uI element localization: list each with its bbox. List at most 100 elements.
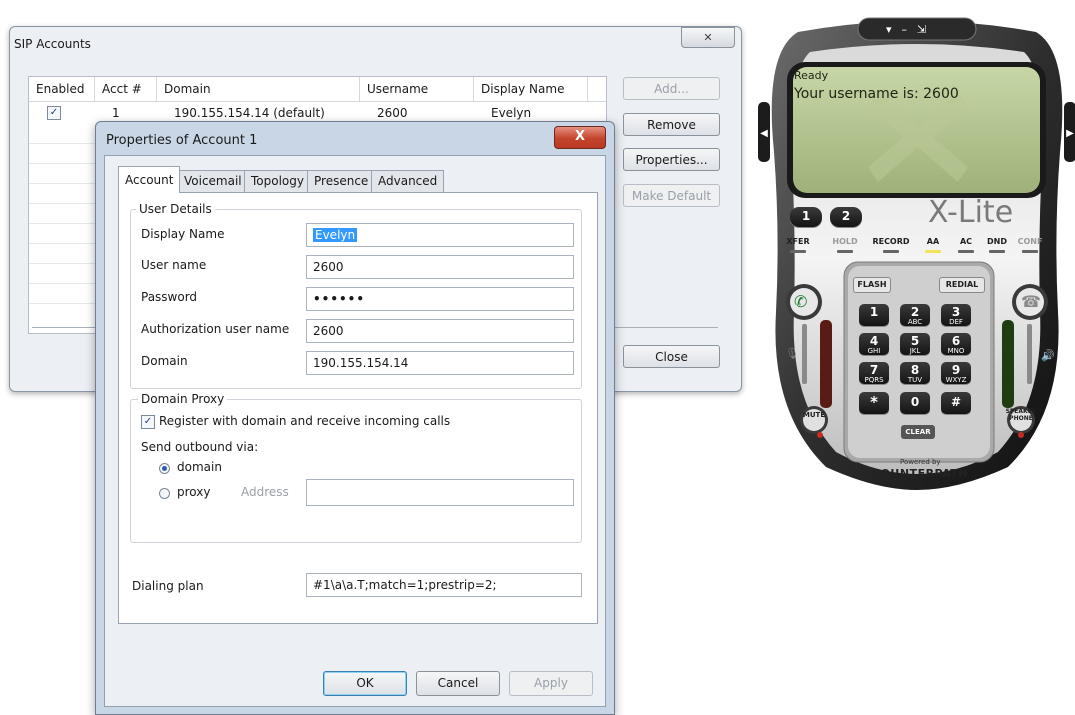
domain-radio-label: domain — [177, 460, 222, 474]
key-star[interactable]: * — [859, 392, 889, 414]
vendor-logo: COUNTERPATH — [872, 467, 968, 480]
key-1[interactable]: 1 — [859, 304, 889, 326]
key-3[interactable]: 3 DEF — [941, 304, 971, 326]
key-2[interactable]: 2 ABC — [900, 304, 930, 326]
enabled-checkbox[interactable]: ✓ — [47, 106, 61, 120]
conf-led — [1022, 250, 1038, 253]
key-9[interactable]: 9 WXYZ — [941, 362, 971, 384]
xfer-led — [790, 250, 806, 253]
key-7[interactable]: 7 PQRS — [859, 362, 889, 384]
call-icon[interactable]: ✆ — [794, 292, 807, 311]
tab-advanced[interactable]: Advanced — [371, 170, 445, 192]
ok-button[interactable]: OK — [323, 671, 407, 696]
password-label: Password — [141, 290, 198, 304]
window-title: SIP Accounts — [14, 37, 91, 51]
ac-led — [958, 250, 974, 253]
make-default-button[interactable]: Make Default — [623, 184, 720, 207]
close-icon[interactable]: X — [554, 126, 606, 149]
acct-cell: 1 — [112, 106, 120, 120]
domain-proxy-label: Domain Proxy — [138, 392, 228, 406]
clear-button[interactable]: CLEAR — [901, 425, 935, 439]
hold-led — [837, 250, 853, 253]
tab-voicemail[interactable]: Voicemail — [177, 170, 249, 192]
hangup-icon[interactable]: ☎ — [1021, 292, 1041, 311]
domain-cell: 190.155.154.14 (default) — [174, 106, 325, 120]
xlite-softphone: ◀ ▶ ▾–⇲ Ready Your username is: 2600 1 2… — [758, 12, 1075, 502]
table-row[interactable]: ✓ 1 190.155.154.14 (default) 2600 Evelyn — [29, 103, 606, 123]
redial-button[interactable]: REDIAL — [939, 277, 985, 293]
username-cell: 2600 — [377, 106, 408, 120]
key-6[interactable]: 6 MNO — [941, 333, 971, 355]
dnd-led — [989, 250, 1005, 253]
properties-button[interactable]: Properties... — [623, 148, 720, 171]
dnd-button[interactable]: DND — [984, 235, 1010, 249]
password-field[interactable]: •••••• — [306, 287, 574, 311]
dialog-title: Properties of Account 1 — [106, 133, 258, 148]
display-name-field[interactable]: Evelyn — [306, 223, 574, 247]
flash-button[interactable]: FLASH — [853, 277, 891, 293]
display-name-value: Evelyn — [313, 228, 358, 242]
mute-button[interactable]: MUTE — [798, 408, 830, 422]
tab-topology[interactable]: Topology — [244, 170, 311, 192]
send-outbound-label: Send outbound via: — [141, 440, 259, 454]
lcd-message: Your username is: 2600 — [794, 86, 959, 102]
xfer-button[interactable]: XFER — [784, 235, 812, 249]
conf-button[interactable]: CONF — [1015, 235, 1045, 249]
remove-button[interactable]: Remove — [623, 113, 720, 136]
key-5[interactable]: 5 JKL — [900, 333, 930, 355]
add-button[interactable]: Add... — [623, 77, 720, 100]
ac-button[interactable]: AC — [956, 235, 976, 249]
user-name-field[interactable]: 2600 — [306, 255, 574, 279]
domain-radio[interactable] — [159, 463, 170, 474]
proxy-radio-label: proxy — [177, 485, 211, 499]
user-details-label: User Details — [136, 202, 215, 216]
apply-button[interactable]: Apply — [509, 671, 593, 696]
auth-user-label: Authorization user name — [141, 322, 290, 336]
aa-button[interactable]: AA — [923, 235, 943, 249]
key-0[interactable]: 0 — [900, 392, 930, 414]
powered-by-label: Powered by — [900, 458, 941, 466]
line-1-button[interactable]: 1 — [790, 207, 822, 227]
key-4[interactable]: 4 GHI — [859, 333, 889, 355]
key-8[interactable]: 8 TUV — [900, 362, 930, 384]
domain-label: Domain — [141, 354, 188, 368]
record-led — [883, 250, 899, 253]
account-tab-panel: User Details Display Name Evelyn User na… — [118, 192, 598, 624]
svg-text:◀: ◀ — [760, 128, 768, 139]
line-2-button[interactable]: 2 — [830, 207, 862, 227]
register-checkbox[interactable]: ✓ — [141, 415, 155, 429]
register-label: Register with domain and receive incomin… — [159, 414, 451, 428]
close-button[interactable]: Close — [623, 345, 720, 368]
domain-field[interactable]: 190.155.154.14 — [306, 351, 574, 375]
auth-user-field[interactable]: 2600 — [306, 319, 574, 343]
hold-button[interactable]: HOLD — [831, 235, 859, 249]
tab-presence[interactable]: Presence — [307, 170, 376, 192]
account-properties-dialog: Properties of Account 1 X Account Voicem… — [95, 121, 615, 715]
proxy-radio[interactable] — [159, 488, 170, 499]
column-header-enabled[interactable]: Enabled — [29, 77, 95, 101]
display-name-label: Display Name — [141, 227, 225, 241]
speaker-volume-icon: 🔊 — [1041, 349, 1055, 362]
column-header-display-name[interactable]: Display Name — [474, 77, 588, 101]
display-name-cell: Evelyn — [491, 106, 532, 120]
record-button[interactable]: RECORD — [870, 235, 912, 249]
dialing-plan-field[interactable]: #1\a\a.T;match=1;prestrip=2; — [306, 573, 582, 597]
column-header-domain[interactable]: Domain — [157, 77, 360, 101]
key-hash[interactable]: # — [941, 392, 971, 414]
microphone-icon: 🎙 — [785, 347, 799, 360]
tab-account[interactable]: Account — [118, 166, 181, 193]
speakerphone-button[interactable]: SPEAKER PHONE — [1003, 408, 1039, 424]
aa-led — [925, 250, 941, 253]
window-controls-icon[interactable]: ▾–⇲ — [886, 23, 936, 36]
cancel-button[interactable]: Cancel — [416, 671, 500, 696]
close-icon[interactable]: ✕ — [681, 27, 735, 48]
address-field[interactable] — [306, 479, 574, 506]
user-name-label: User name — [141, 258, 207, 272]
column-header-acct[interactable]: Acct # — [95, 77, 157, 101]
svg-text:▶: ▶ — [1066, 128, 1074, 139]
dialog-body: Account Voicemail Topology Presence Adva… — [104, 155, 606, 707]
column-header-username[interactable]: Username — [360, 77, 474, 101]
status-line: Ready — [794, 69, 829, 82]
brand-logo: X-Lite — [928, 195, 1014, 230]
address-label: Address — [241, 485, 289, 499]
